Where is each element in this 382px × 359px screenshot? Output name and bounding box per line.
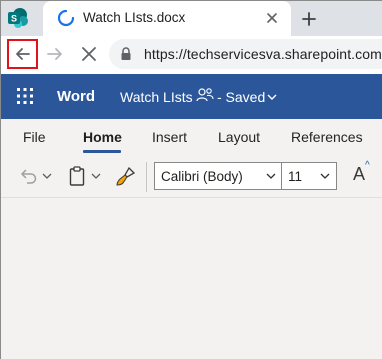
grow-font-button[interactable]: A: [353, 164, 365, 185]
loading-spinner-icon: [57, 9, 75, 27]
app-launcher-icon[interactable]: [17, 88, 33, 104]
active-tab-indicator: [83, 150, 121, 153]
new-tab-icon[interactable]: [300, 10, 318, 28]
svg-text:S: S: [11, 14, 17, 24]
chevron-down-icon: [320, 173, 330, 179]
chevron-down-icon: [266, 173, 276, 179]
app-name[interactable]: Word: [57, 88, 95, 105]
ribbon-command-bar: Calibri (Body) 11 A ^: [1, 156, 382, 198]
browser-tab-active[interactable]: Watch LIsts.docx: [43, 1, 291, 36]
chevron-down-icon[interactable]: [91, 173, 101, 180]
forward-arrow-icon[interactable]: [45, 44, 65, 64]
sharepoint-favicon-icon: S: [8, 8, 28, 28]
tab-home[interactable]: Home: [83, 129, 122, 145]
stop-loading-icon[interactable]: [79, 44, 99, 64]
shared-users-icon: [196, 88, 214, 102]
font-name-value: Calibri (Body): [161, 169, 243, 184]
chevron-down-icon[interactable]: [267, 93, 277, 101]
lock-icon[interactable]: [120, 47, 132, 61]
tab-file[interactable]: File: [23, 129, 46, 145]
font-size-dropdown[interactable]: 11: [282, 162, 337, 190]
undo-icon[interactable]: [19, 168, 37, 184]
word-header-bar: Word Watch LIsts - Saved: [1, 74, 382, 119]
back-button[interactable]: [7, 39, 38, 69]
url-text[interactable]: https://techservicesva.sharepoint.com/: [144, 46, 382, 62]
tab-insert[interactable]: Insert: [152, 129, 187, 145]
font-size-value: 11: [288, 169, 303, 184]
tab-title: Watch LIsts.docx: [83, 10, 186, 25]
clipboard-paste-icon[interactable]: [69, 166, 85, 186]
back-arrow-icon: [15, 48, 30, 60]
grow-font-caret-icon: ^: [365, 160, 370, 171]
format-painter-icon[interactable]: [115, 165, 137, 187]
address-bar[interactable]: https://techservicesva.sharepoint.com/: [109, 39, 382, 69]
close-tab-icon[interactable]: [265, 11, 279, 25]
document-canvas[interactable]: [1, 198, 382, 359]
tab-layout[interactable]: Layout: [218, 129, 260, 145]
save-status[interactable]: - Saved: [217, 89, 265, 105]
browser-tab-strip: S Watch LIsts.docx: [1, 1, 382, 36]
toolbar-divider: [146, 162, 147, 192]
ribbon-tab-bar: File Home Insert Layout References: [1, 119, 382, 156]
browser-toolbar: https://techservicesva.sharepoint.com/: [1, 36, 382, 74]
document-title[interactable]: Watch LIsts: [120, 89, 193, 105]
chevron-down-icon[interactable]: [42, 173, 52, 180]
tab-references[interactable]: References: [291, 129, 363, 145]
font-name-dropdown[interactable]: Calibri (Body): [154, 162, 282, 190]
